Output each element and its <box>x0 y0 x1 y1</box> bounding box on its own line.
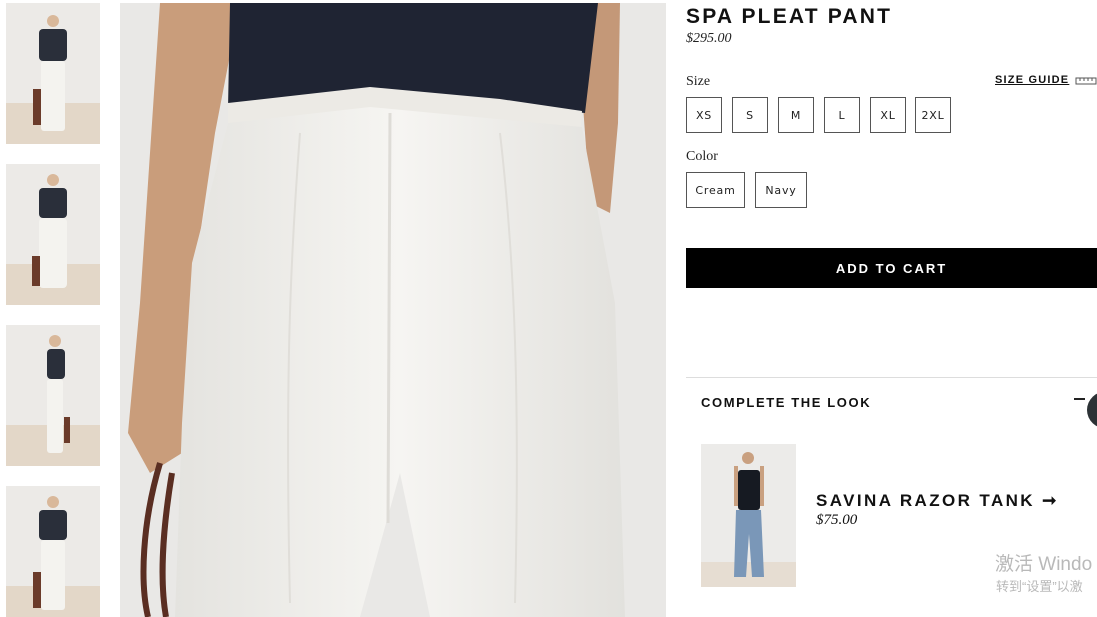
complete-look-item-link[interactable]: SAVINA RAZOR TANK ➞ <box>816 491 1059 511</box>
chat-widget-icon[interactable] <box>1087 391 1097 429</box>
activation-watermark-line-1: 激活 Windo <box>995 554 1093 575</box>
model-photo-front-3 <box>6 496 100 617</box>
color-label: Color <box>686 149 718 164</box>
complete-look-item-name: SAVINA RAZOR TANK <box>816 491 1035 510</box>
model-photo-side <box>6 335 100 466</box>
main-product-image[interactable] <box>120 3 666 617</box>
tank-model-photo <box>701 444 796 587</box>
measuring-tape-icon <box>1075 77 1097 85</box>
thumbnail-1[interactable] <box>6 3 100 144</box>
complete-look-item-image[interactable] <box>701 444 796 587</box>
color-option-navy[interactable]: Navy <box>755 172 807 208</box>
thumbnail-4[interactable] <box>6 486 100 617</box>
pants-closeup-photo <box>120 3 666 617</box>
product-price: $295.00 <box>686 31 732 46</box>
size-option-xs[interactable]: XS <box>686 97 722 133</box>
size-option-s[interactable]: S <box>732 97 768 133</box>
arrow-right-icon: ➞ <box>1042 491 1059 510</box>
model-photo-front <box>6 15 100 144</box>
section-divider <box>686 377 1097 378</box>
size-option-m[interactable]: M <box>778 97 814 133</box>
size-option-xl[interactable]: XL <box>870 97 906 133</box>
color-option-cream[interactable]: Cream <box>686 172 745 208</box>
add-to-cart-button[interactable]: ADD TO CART <box>686 248 1097 288</box>
complete-the-look-heading: COMPLETE THE LOOK <box>701 395 872 410</box>
size-option-l[interactable]: L <box>824 97 860 133</box>
thumbnail-3[interactable] <box>6 325 100 466</box>
product-title: SPA PLEAT PANT <box>686 5 893 28</box>
minus-icon[interactable] <box>1074 398 1085 400</box>
model-photo-front-2 <box>6 174 100 305</box>
size-guide-link[interactable]: SIZE GUIDE <box>995 74 1069 86</box>
size-option-2xl[interactable]: 2XL <box>915 97 951 133</box>
thumbnail-2[interactable] <box>6 164 100 305</box>
size-label: Size <box>686 74 711 89</box>
complete-look-item-price: $75.00 <box>816 512 858 528</box>
activation-watermark-line-2: 转到“设置”以激 <box>996 579 1083 594</box>
